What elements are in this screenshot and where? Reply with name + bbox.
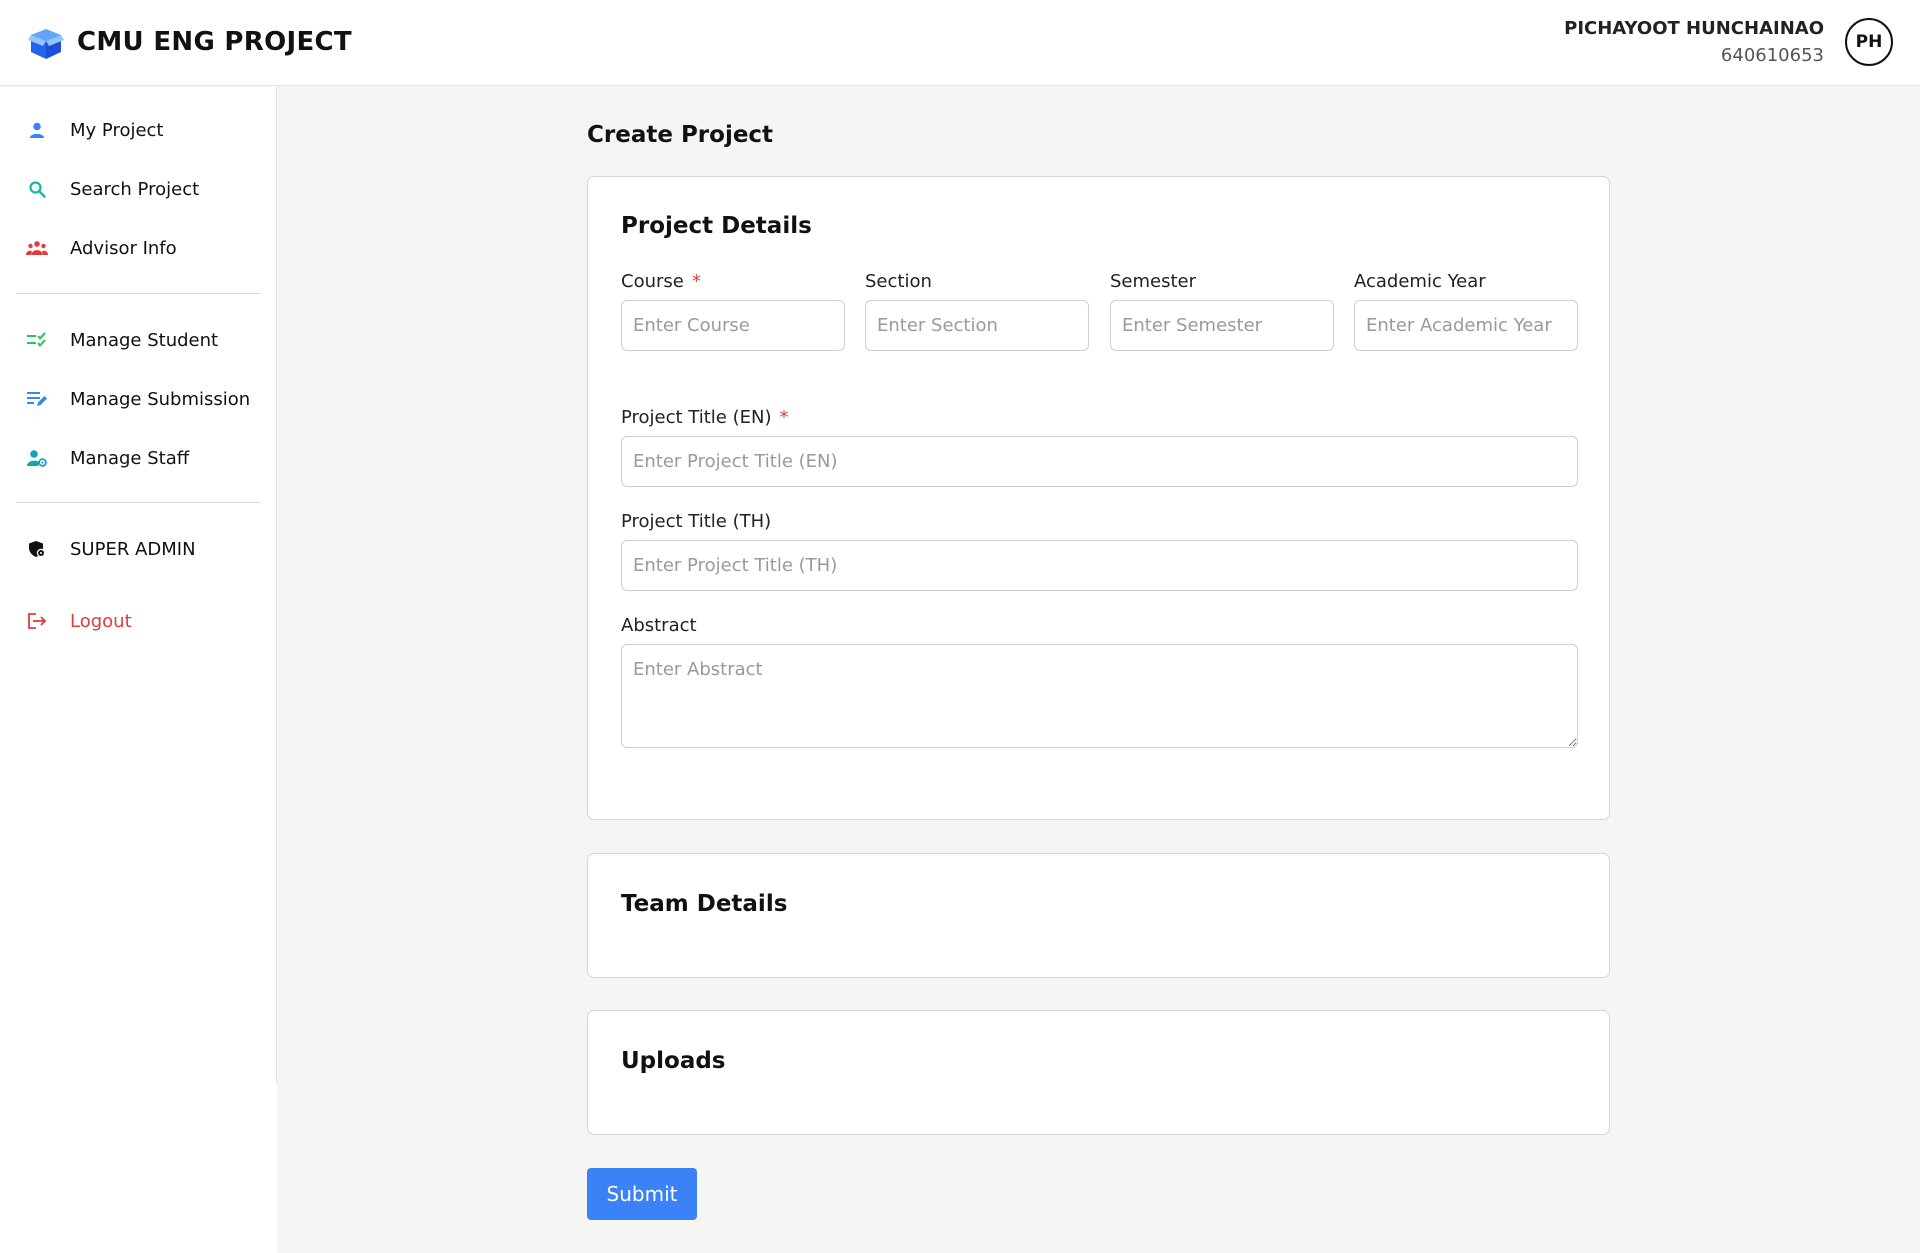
sidebar-item-search-project[interactable]: Search Project [16,167,260,211]
sidebar-item-label: Logout [70,610,132,632]
logout-icon [26,610,48,632]
abstract-label: Abstract [621,615,697,636]
project-details-card: Project Details Course* Section Semester… [587,176,1610,820]
sidebar-item-label: Manage Staff [70,447,190,469]
top-header: CMU ENG PROJECT PICHAYOOT HUNCHAINAO 640… [0,0,1920,86]
user-name: PICHAYOOT HUNCHAINAO [1564,18,1824,39]
search-icon [26,178,48,200]
section-label: Section [865,271,932,292]
semester-input[interactable] [1110,300,1334,351]
submit-button[interactable]: Submit [587,1168,697,1220]
academic-year-input[interactable] [1354,300,1578,351]
user-id: 640610653 [1720,45,1824,66]
sidebar-item-label: Manage Student [70,329,219,351]
sidebar-item-label: Advisor Info [70,237,177,259]
course-label: Course * [621,271,701,292]
team-details-title: Team Details [621,891,788,917]
sidebar-item-label: SUPER ADMIN [70,538,196,560]
checklist-icon [26,329,48,351]
course-input[interactable] [621,300,845,351]
project-title-en-input[interactable] [621,436,1578,487]
section-input[interactable] [865,300,1089,351]
sidebar-item-super-admin[interactable]: SUPER ADMIN [16,527,260,571]
edit-list-icon [26,388,48,410]
required-marker: * [779,407,789,428]
user-settings-icon [26,447,48,469]
sidebar-item-advisor-info[interactable]: Advisor Info [16,226,260,270]
sidebar-item-label: Manage Submission [70,388,251,410]
required-marker: * [691,271,701,292]
sidebar-item-my-project[interactable]: My Project [16,108,260,152]
sidebar-item-label: My Project [70,119,164,141]
sidebar-divider [16,502,260,503]
project-title-en-label: Project Title (EN) * [621,407,789,428]
box-icon[interactable] [28,25,64,61]
project-details-title: Project Details [621,213,812,239]
semester-label: Semester [1110,271,1197,292]
group-icon [26,237,48,259]
sidebar-item-label: Search Project [70,178,200,200]
sidebar-item-manage-student[interactable]: Manage Student [16,318,260,362]
uploads-title: Uploads [621,1048,726,1074]
academic-year-label: Academic Year [1354,271,1486,292]
avatar-initials: PH [1855,32,1883,52]
sidebar-item-logout[interactable]: Logout [16,599,260,643]
page-title: Create Project [587,122,774,148]
project-title-th-input[interactable] [621,540,1578,591]
team-details-card: Team Details [587,853,1610,978]
user-icon [26,119,48,141]
project-title-th-label: Project Title (TH) [621,511,772,532]
sidebar-item-manage-submission[interactable]: Manage Submission [16,377,260,421]
sidebar-item-manage-staff[interactable]: Manage Staff [16,436,260,480]
shield-gear-icon [26,538,48,560]
sidebar-border [276,87,277,1083]
uploads-card: Uploads [587,1010,1610,1135]
app-title[interactable]: CMU ENG PROJECT [77,27,352,57]
avatar[interactable]: PH [1845,18,1893,66]
abstract-textarea[interactable] [621,644,1578,748]
sidebar-divider [16,293,260,294]
